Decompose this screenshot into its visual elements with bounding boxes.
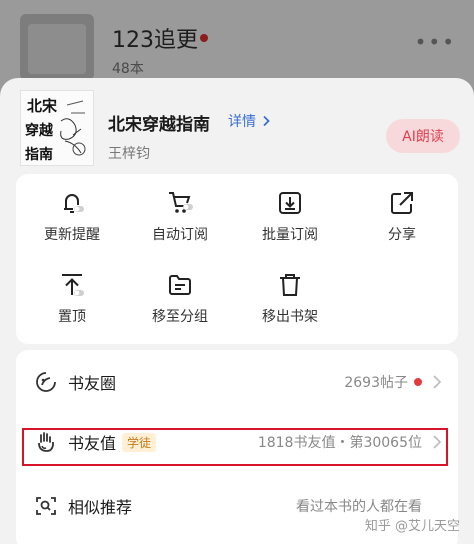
action-pin-top[interactable]: 置顶 [22, 270, 122, 344]
pin-top-icon [62, 274, 84, 296]
circle-icon [36, 372, 56, 392]
shelf-title: 123追更 [112, 28, 198, 53]
action-label: 置顶 [58, 309, 86, 325]
shelf-count: 48本 [112, 61, 144, 77]
action-label: 移至分组 [152, 309, 208, 325]
highlight-annotation [22, 428, 448, 466]
action-label: 批量订阅 [262, 227, 318, 243]
shelf-cover [20, 14, 94, 80]
book-header: 北宋 穿越 指南 北宋穿越指南 详情 王梓钧 AI朗读 [20, 90, 460, 166]
row-label: 书友圈 [68, 374, 117, 393]
folder-icon [169, 275, 191, 295]
bell-icon [64, 194, 84, 213]
list-row-book-circle[interactable]: 书友圈 2693帖子 [16, 354, 458, 410]
action-batch-subscribe[interactable]: 批量订阅 [240, 188, 340, 262]
chevron-right-icon [433, 375, 442, 389]
ai-read-button[interactable]: AI朗读 [386, 119, 460, 153]
book-title: 北宋穿越指南 [108, 115, 210, 135]
actions-card: 更新提醒 自动订阅 批量订阅 分享 置顶 移至分组 移出书架 [16, 174, 458, 344]
post-count: 2693帖子 [344, 375, 408, 391]
action-update-reminder[interactable]: 更新提醒 [22, 188, 122, 262]
scan-icon [36, 497, 56, 515]
svg-text:指南: 指南 [25, 146, 53, 163]
row-label: 相似推荐 [68, 498, 133, 517]
cart-icon [169, 192, 193, 213]
trash-icon [280, 274, 300, 296]
shelf-update-dot [200, 34, 208, 42]
red-dot [414, 378, 422, 386]
action-auto-subscribe[interactable]: 自动订阅 [130, 188, 230, 262]
action-label: 分享 [388, 227, 416, 243]
book-author: 王梓钧 [108, 146, 150, 162]
svg-text:北宋: 北宋 [27, 97, 58, 115]
action-move-to-group[interactable]: 移至分组 [130, 270, 230, 344]
action-label: 自动订阅 [152, 227, 208, 243]
details-link[interactable]: 详情 [228, 111, 272, 131]
download-icon [279, 192, 301, 214]
cover-art: 北宋 穿越 指南 [21, 91, 93, 165]
share-icon [391, 192, 413, 214]
row-value: 看过本书的人都在看 [296, 499, 422, 515]
chevron-right-icon [263, 115, 270, 127]
row-value: 2693帖子 [344, 372, 422, 392]
watermark: 知乎 @艾儿天空 [364, 519, 460, 534]
book-cover[interactable]: 北宋 穿越 指南 [20, 90, 94, 166]
action-share[interactable]: 分享 [352, 188, 452, 262]
action-remove-from-shelf[interactable]: 移出书架 [240, 270, 340, 344]
book-action-sheet: 北宋 穿越 指南 北宋穿越指南 详情 王梓钧 AI朗读 更新提醒 自动订阅 批量… [0, 78, 474, 544]
more-icon[interactable]: ••• [415, 30, 456, 54]
shelf-cover-image [28, 24, 86, 74]
action-label: 移出书架 [262, 309, 318, 325]
details-label: 详情 [228, 114, 256, 130]
action-label: 更新提醒 [44, 227, 100, 243]
svg-text:穿越: 穿越 [25, 122, 54, 139]
